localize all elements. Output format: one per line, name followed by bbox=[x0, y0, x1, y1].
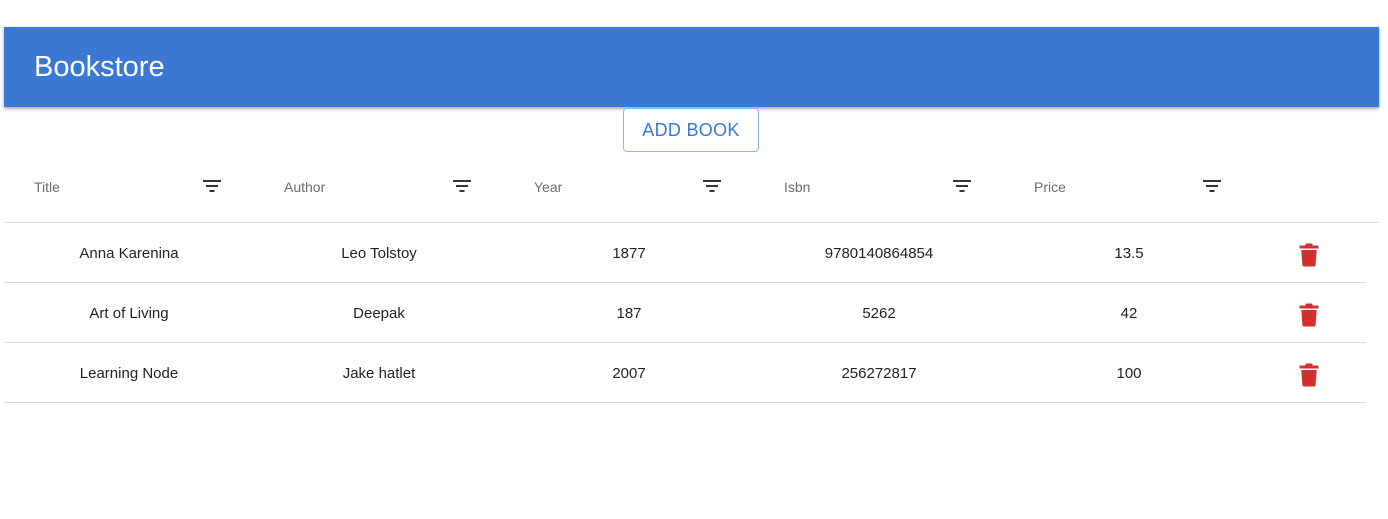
table-row: Anna Karenina Leo Tolstoy 1877 978014086… bbox=[4, 223, 1366, 283]
cell-year: 1877 bbox=[612, 245, 646, 262]
cell-title: Learning Node bbox=[79, 365, 179, 382]
column-header-title[interactable]: Title bbox=[4, 152, 254, 222]
filter-icon[interactable] bbox=[1202, 178, 1222, 194]
cell-year: 187 bbox=[616, 305, 642, 322]
cell-isbn: 256272817 bbox=[841, 365, 917, 382]
trash-icon[interactable] bbox=[1299, 303, 1319, 327]
column-label-year: Year bbox=[534, 179, 563, 195]
trash-icon[interactable] bbox=[1299, 363, 1319, 387]
column-label-title: Title bbox=[34, 179, 60, 195]
books-grid: Title Author Year Isbn Price Anna Kareni… bbox=[4, 152, 1379, 403]
column-label-isbn: Isbn bbox=[784, 179, 811, 195]
cell-price: 100 bbox=[1116, 365, 1142, 382]
cell-author: Jake hatlet bbox=[342, 365, 416, 382]
cell-author: Leo Tolstoy bbox=[341, 245, 417, 262]
cell-price: 42 bbox=[1120, 305, 1138, 322]
grid-header-row: Title Author Year Isbn Price bbox=[4, 152, 1379, 223]
cell-year: 2007 bbox=[612, 365, 646, 382]
column-header-isbn[interactable]: Isbn bbox=[754, 152, 1004, 222]
cell-title: Anna Karenina bbox=[79, 245, 179, 262]
cell-title: Art of Living bbox=[89, 305, 169, 322]
cell-author: Deepak bbox=[353, 305, 405, 322]
app-title: Bookstore bbox=[34, 51, 165, 83]
table-row: Learning Node Jake hatlet 2007 256272817… bbox=[4, 343, 1366, 403]
column-label-author: Author bbox=[284, 179, 326, 195]
table-row: Art of Living Deepak 187 5262 42 bbox=[4, 283, 1366, 343]
column-header-year[interactable]: Year bbox=[504, 152, 754, 222]
filter-icon[interactable] bbox=[952, 178, 972, 194]
cell-isbn: 9780140864854 bbox=[824, 245, 934, 262]
cell-price: 13.5 bbox=[1114, 245, 1144, 262]
column-header-price[interactable]: Price bbox=[1004, 152, 1254, 222]
app-bar: Bookstore bbox=[4, 27, 1379, 107]
filter-icon[interactable] bbox=[702, 178, 722, 194]
add-book-button[interactable]: ADD BOOK bbox=[623, 108, 759, 152]
column-label-price: Price bbox=[1034, 179, 1066, 195]
filter-icon[interactable] bbox=[452, 178, 472, 194]
filter-icon[interactable] bbox=[202, 178, 222, 194]
trash-icon[interactable] bbox=[1299, 243, 1319, 267]
column-header-author[interactable]: Author bbox=[254, 152, 504, 222]
cell-isbn: 5262 bbox=[862, 305, 896, 322]
